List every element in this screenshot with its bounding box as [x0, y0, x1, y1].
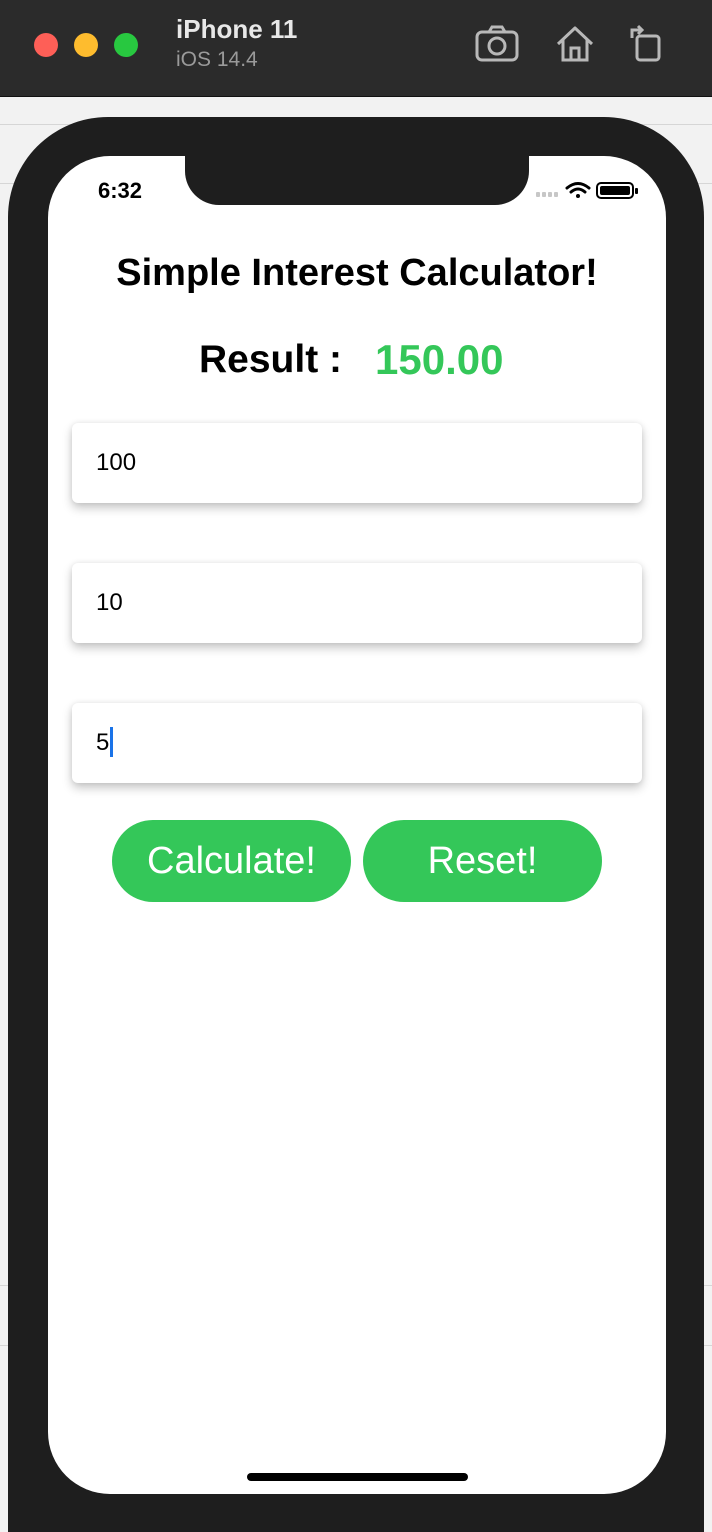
principal-value: 100 — [96, 449, 137, 476]
calculate-button[interactable]: Calculate! — [112, 820, 351, 902]
home-indicator[interactable] — [247, 1473, 468, 1481]
iphone-screen: 6:32 Simple Interest Calculator! Result … — [48, 156, 666, 1494]
wifi-icon — [565, 182, 591, 198]
time-value: 5 — [96, 729, 110, 756]
notch — [185, 156, 529, 205]
rate-input[interactable]: 10 — [72, 563, 642, 643]
simulator-titlebar: iPhone 11 iOS 14.4 — [0, 0, 712, 97]
close-window-button[interactable] — [34, 33, 58, 57]
minimize-window-button[interactable] — [74, 33, 98, 57]
result-label: Result : — [199, 338, 343, 381]
page-title: Simple Interest Calculator! — [116, 252, 598, 294]
home-icon[interactable] — [554, 24, 596, 64]
result-value: 150.00 — [375, 336, 504, 383]
principal-input[interactable]: 100 — [72, 423, 642, 503]
reset-button[interactable]: Reset! — [363, 820, 602, 902]
status-icons — [536, 182, 638, 199]
zoom-window-button[interactable] — [114, 33, 138, 57]
screenshot-icon[interactable] — [474, 24, 520, 64]
cellular-signal-icon — [536, 192, 558, 197]
os-version: iOS 14.4 — [176, 48, 258, 71]
rate-value: 10 — [96, 589, 123, 616]
text-cursor — [110, 727, 114, 757]
time-input[interactable]: 5 — [72, 703, 642, 783]
battery-icon — [596, 182, 638, 199]
time-input-content: 5 — [96, 727, 114, 759]
rotate-icon[interactable] — [628, 24, 664, 64]
status-time: 6:32 — [98, 178, 143, 203]
device-name: iPhone 11 — [176, 14, 298, 44]
